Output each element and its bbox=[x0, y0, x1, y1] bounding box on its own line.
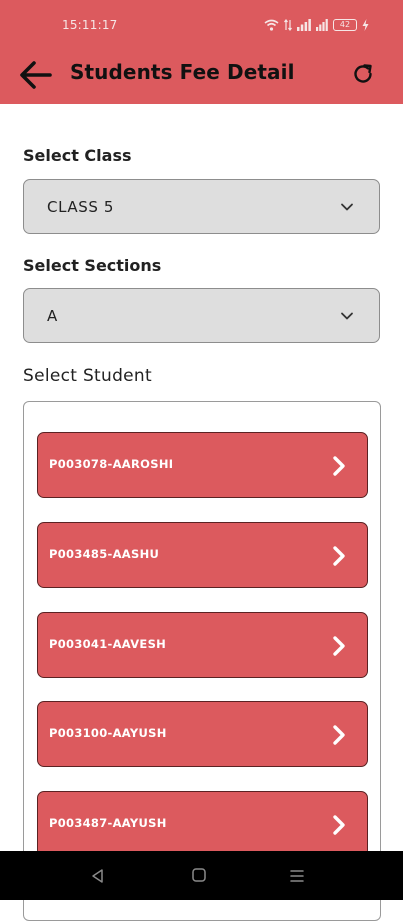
back-arrow-icon[interactable] bbox=[16, 56, 54, 94]
class-dropdown-value: CLASS 5 bbox=[47, 198, 114, 216]
student-item[interactable]: P003041-AAVESH bbox=[37, 612, 368, 678]
data-icon bbox=[284, 19, 292, 31]
section-dropdown[interactable]: A bbox=[23, 288, 380, 343]
student-name: P003100-AAYUSH bbox=[49, 726, 167, 740]
nav-recents-icon[interactable] bbox=[289, 868, 305, 884]
refresh-icon[interactable] bbox=[350, 61, 376, 87]
page-title: Students Fee Detail bbox=[70, 60, 295, 84]
student-name: P003078-AAROSHI bbox=[49, 457, 174, 471]
nav-home-icon[interactable] bbox=[191, 867, 207, 883]
student-name: P003485-AASHU bbox=[49, 547, 160, 561]
student-item[interactable]: P003487-AAYUSH bbox=[37, 791, 368, 857]
select-section-label: Select Sections bbox=[23, 256, 162, 275]
select-class-label: Select Class bbox=[23, 146, 132, 165]
app-header: 15:11:17 42 Students Fee Detail bbox=[0, 0, 403, 104]
chevron-down-icon bbox=[341, 203, 353, 211]
system-navigation-bar bbox=[0, 851, 403, 900]
student-item[interactable]: P003100-AAYUSH bbox=[37, 701, 368, 767]
section-dropdown-value: A bbox=[47, 307, 58, 325]
charging-icon bbox=[362, 19, 369, 31]
chevron-right-icon bbox=[333, 725, 345, 745]
chevron-right-icon bbox=[333, 815, 345, 835]
student-item[interactable]: P003078-AAROSHI bbox=[37, 432, 368, 498]
chevron-right-icon bbox=[333, 636, 345, 656]
class-dropdown[interactable]: CLASS 5 bbox=[23, 179, 380, 234]
chevron-right-icon bbox=[333, 546, 345, 566]
status-icons: 42 bbox=[264, 16, 369, 34]
battery-icon: 42 bbox=[333, 19, 357, 31]
student-name: P003041-AAVESH bbox=[49, 637, 167, 651]
chevron-right-icon bbox=[333, 456, 345, 476]
select-student-label: Select Student bbox=[23, 366, 152, 386]
wifi-icon bbox=[264, 19, 279, 31]
signal-icon bbox=[297, 19, 311, 31]
chevron-down-icon bbox=[341, 312, 353, 320]
student-item[interactable]: P003485-AASHU bbox=[37, 522, 368, 588]
status-time: 15:11:17 bbox=[62, 18, 118, 32]
student-list[interactable]: P003078-AAROSHI P003485-AASHU P003041-AA… bbox=[23, 401, 381, 921]
student-name: P003487-AAYUSH bbox=[49, 816, 167, 830]
signal-icon-2 bbox=[316, 19, 328, 31]
nav-back-icon[interactable] bbox=[90, 868, 106, 884]
